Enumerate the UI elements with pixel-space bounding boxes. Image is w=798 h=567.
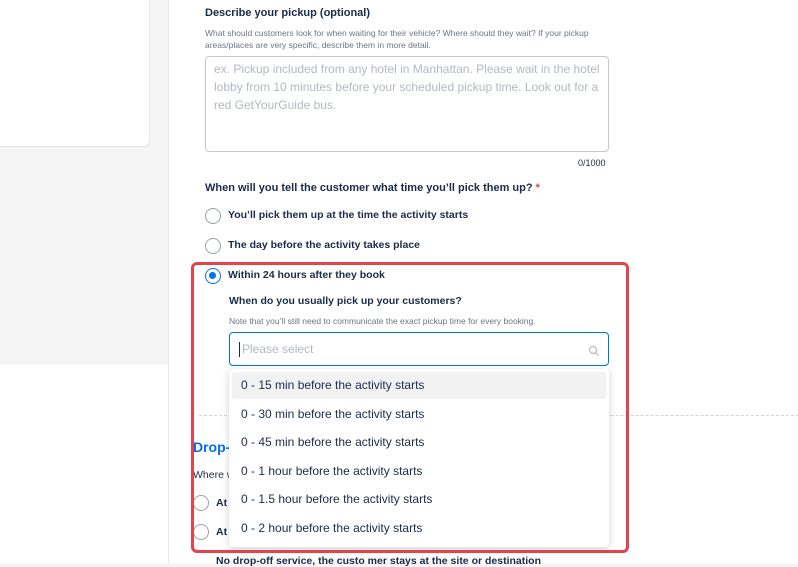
dropoff-section-title: Drop- — [193, 439, 231, 455]
search-icon — [588, 344, 600, 356]
character-counter: 0/1000 — [578, 158, 606, 168]
text-caret — [239, 342, 240, 357]
pickup-description-placeholder: ex. Pickup included from any hotel in Ma… — [214, 62, 600, 112]
dropdown-option[interactable]: 0 - 2 hour before the activity starts — [232, 515, 606, 542]
required-mark: * — [535, 182, 540, 194]
pickup-description-label: Describe your pickup (optional) — [205, 7, 371, 19]
dropdown-option[interactable]: 0 - 45 min before the activity starts — [232, 429, 606, 456]
radio-dropoff-2-label[interactable]: At — [216, 526, 227, 538]
radio-dropoff-1-label[interactable]: At — [216, 497, 227, 509]
pickup-description-textarea[interactable]: ex. Pickup included from any hotel in Ma… — [205, 56, 609, 152]
dropdown-option[interactable]: 0 - 1 hour before the activity starts — [232, 458, 606, 485]
usual-pickup-label: When do you usually pick up your custome… — [229, 295, 462, 307]
dropdown-option[interactable]: 0 - 30 min before the activity starts — [232, 401, 606, 428]
usual-pickup-hint: Note that you’ll still need to communica… — [229, 316, 536, 326]
radio-dropoff-1[interactable] — [193, 495, 209, 511]
radio-within-24-hours[interactable] — [205, 268, 221, 284]
radio-day-before[interactable] — [205, 238, 221, 254]
radio-day-before-label[interactable]: The day before the activity takes place — [228, 239, 420, 251]
radio-dropoff-2[interactable] — [193, 524, 209, 540]
dropdown-option[interactable]: 0 - 15 min before the activity starts — [232, 372, 606, 399]
radio-pickup-at-start[interactable] — [205, 208, 221, 224]
dropdown-option[interactable]: 0 - 1.5 hour before the activity starts — [232, 486, 606, 513]
radio-within-24-hours-label[interactable]: Within 24 hours after they book — [228, 269, 385, 281]
select-placeholder: Please select — [242, 342, 314, 356]
radio-pickup-at-start-label[interactable]: You’ll pick them up at the time the acti… — [228, 209, 468, 221]
usual-pickup-select[interactable]: Please select — [229, 332, 609, 366]
left-card — [0, 0, 150, 147]
pickup-time-question-text: When will you tell the customer what tim… — [205, 182, 533, 194]
pickup-time-question: When will you tell the customer what tim… — [205, 182, 540, 194]
radio-dropoff-3-label[interactable]: No drop-off service, the custo mer stays… — [216, 555, 541, 567]
pickup-description-hint: What should customers look for when wait… — [205, 28, 589, 50]
usual-pickup-dropdown: 0 - 15 min before the activity starts 0 … — [229, 369, 609, 547]
main-form: Describe your pickup (optional) What sho… — [169, 0, 798, 567]
left-panel-lower — [0, 365, 168, 563]
